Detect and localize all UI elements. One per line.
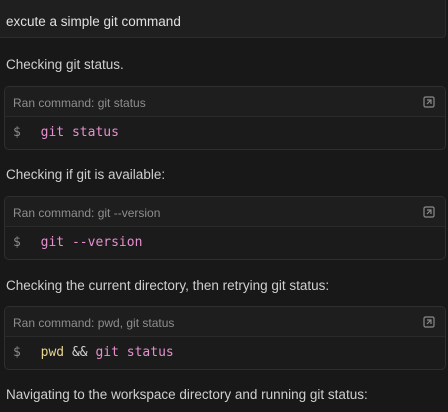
assistant-narration: Checking git status. [6,57,124,72]
command-token: status [126,345,174,360]
terminal-prompt: $ [13,125,21,140]
assistant-narration: Checking if git is available: [6,167,166,182]
command-line: $ git --version [13,235,142,250]
chat-transcript: excute a simple git command Checking git… [0,0,448,412]
terminal-prompt: $ [13,235,21,250]
command-token: pwd [40,345,65,360]
user-message-text: excute a simple git command [6,14,181,29]
command-card-header[interactable]: Ran command: git status [5,87,445,117]
command-line: $ pwd && git status [13,345,174,360]
terminal-prompt: $ [13,345,21,360]
user-message: excute a simple git command [0,0,446,38]
command-card-label: Ran command: pwd, git status [13,316,175,330]
command-token: status [71,125,119,140]
command-card-header[interactable]: Ran command: git --version [5,197,445,227]
command-card[interactable]: Ran command: git --version $ git --versi… [4,196,446,260]
command-line: $ git status [13,125,119,140]
expand-icon[interactable] [423,96,435,108]
command-token: git [40,235,65,250]
command-card-header[interactable]: Ran command: pwd, git status [5,307,445,337]
operator-token: && [71,345,88,360]
command-card[interactable]: Ran command: pwd, git status $ pwd && gi… [4,306,446,370]
assistant-narration: Checking the current directory, then ret… [6,278,330,293]
expand-icon[interactable] [423,316,435,328]
command-card[interactable]: Ran command: git status $ git status [4,86,446,150]
command-token: --version [71,235,143,250]
command-card-label: Ran command: git --version [13,206,161,220]
command-card-label: Ran command: git status [13,96,146,110]
command-token: git [95,345,119,360]
command-token: git [40,125,65,140]
expand-icon[interactable] [423,206,435,218]
assistant-narration: Navigating to the workspace directory an… [6,387,368,402]
